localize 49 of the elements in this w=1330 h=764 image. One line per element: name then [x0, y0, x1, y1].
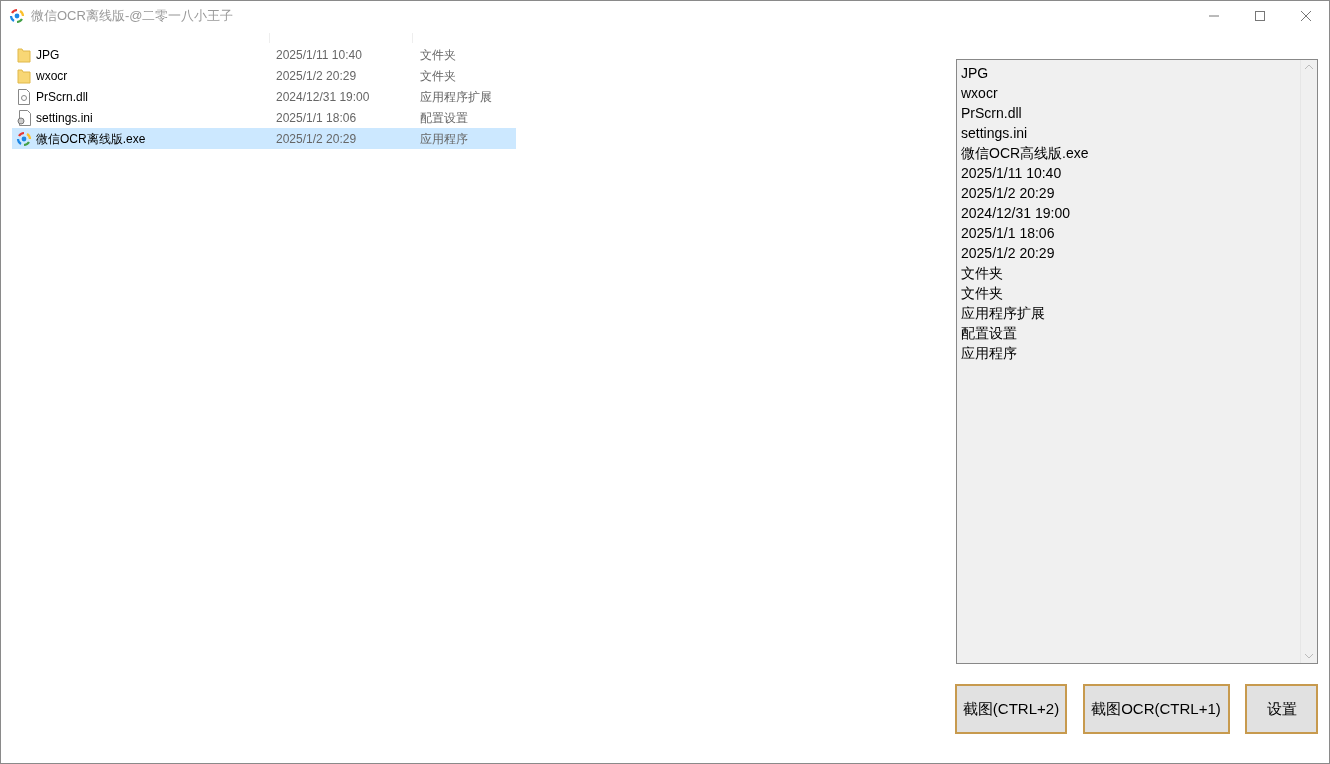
modified-date: 2025/1/1 18:06 — [276, 109, 358, 127]
file-type: 应用程序 — [420, 130, 468, 148]
text-line: settings.ini — [961, 124, 1029, 143]
file-type: 文件夹 — [420, 46, 456, 64]
app-icon — [16, 130, 32, 147]
file-row[interactable]: PrScrn.dll 2024/12/31 19:00 应用程序扩展 — [12, 86, 516, 107]
file-row[interactable]: 微信OCR离线版.exe 2025/1/2 20:29 应用程序 — [12, 128, 516, 149]
text-line: 2024/12/31 19:00 — [961, 204, 1071, 223]
text-line: 文件夹 — [961, 264, 1004, 283]
file-name: PrScrn.dll — [36, 88, 89, 106]
text-line: 配置设置 — [961, 324, 1018, 343]
file-row[interactable]: wxocr 2025/1/2 20:29 文件夹 — [12, 65, 516, 86]
file-name: JPG — [36, 46, 61, 64]
action-button[interactable]: 截图(CTRL+2) — [955, 684, 1067, 734]
modified-date: 2025/1/11 10:40 — [276, 46, 363, 64]
text-line: 2025/1/2 20:29 — [961, 244, 1056, 263]
text-line: wxocr — [961, 84, 999, 103]
scroll-down-icon[interactable] — [1305, 654, 1313, 659]
text-line: JPG — [961, 64, 990, 83]
text-line: 2025/1/11 10:40 — [961, 164, 1063, 183]
text-line: 文件夹 — [961, 284, 1004, 303]
modified-date: 2025/1/2 20:29 — [276, 67, 358, 85]
file-type: 配置设置 — [420, 109, 468, 127]
file-type: 文件夹 — [420, 67, 456, 85]
file-gear-icon — [18, 88, 30, 105]
text-line: 应用程序 — [961, 344, 1018, 363]
file-type: 应用程序扩展 — [420, 88, 492, 106]
file-row[interactable]: settings.ini 2025/1/1 18:06 配置设置 — [12, 107, 516, 128]
scroll-up-icon[interactable] — [1305, 64, 1313, 69]
maximize-icon — [1255, 11, 1265, 21]
text-line: 应用程序扩展 — [961, 304, 1046, 323]
folder-icon — [17, 67, 31, 84]
text-line: 2025/1/2 20:29 — [961, 184, 1056, 203]
action-button[interactable]: 设置 — [1245, 684, 1318, 734]
settings-file-icon — [17, 109, 31, 126]
text-area[interactable]: JPG wxocr PrScrn.dll settings.ini 微信OCR高线版.exe 2025/1/11 10:40 2025/1/2 20:29 2024/12/31 19:00 2025/1/1 18:06 2025/1/2 20:29 文件夹 文件夹 应用程序扩展 配置设置 应用程序 — [956, 59, 1318, 664]
text-line: 微信OCR高线版.exe — [961, 144, 1090, 163]
file-name: settings.ini — [36, 109, 94, 127]
file-name: wxocr — [36, 67, 69, 85]
file-name: 微信OCR离线版.exe — [36, 130, 147, 148]
file-row[interactable]: JPG 2025/1/11 10:40 文件夹 — [12, 44, 516, 65]
text-line: PrScrn.dll — [961, 104, 1023, 123]
action-button[interactable]: 截图OCR(CTRL+1) — [1082, 684, 1230, 734]
close-icon — [1301, 11, 1311, 21]
text-line: 2025/1/1 18:06 — [961, 224, 1056, 243]
modified-date: 2024/12/31 19:00 — [276, 88, 371, 106]
folder-icon — [17, 46, 31, 63]
app-icon — [9, 8, 25, 24]
modified-date: 2025/1/2 20:29 — [276, 130, 358, 148]
